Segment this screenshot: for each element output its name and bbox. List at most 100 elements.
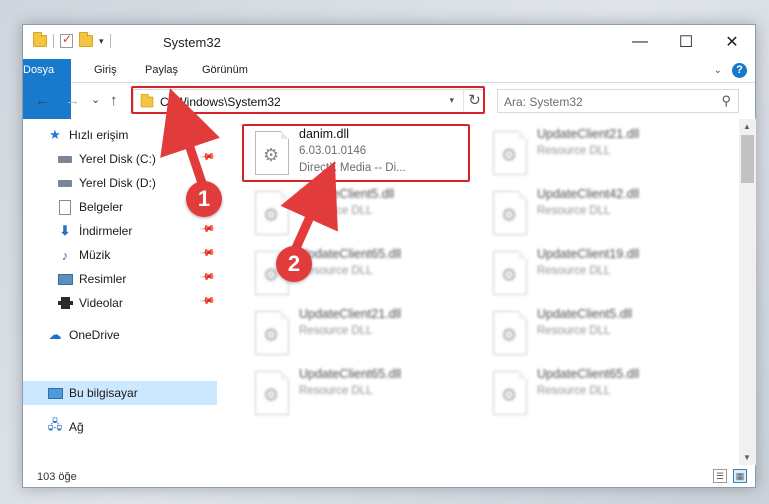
- sidebar-item-pictures[interactable]: Resimler 📌: [23, 267, 217, 291]
- file-description: Resource DLL: [537, 145, 611, 157]
- customize-toolbar-chevron-icon[interactable]: ▾: [99, 36, 104, 47]
- file-description: Resource DLL: [537, 325, 611, 337]
- videos-icon: [57, 295, 73, 311]
- status-bar: 103 öğe ☰ ▦: [23, 465, 755, 489]
- sidebar-item-onedrive[interactable]: ☁ OneDrive: [23, 323, 217, 347]
- search-box[interactable]: ⚲: [497, 89, 739, 113]
- properties-icon[interactable]: [60, 32, 73, 48]
- file-name: UpdateClient19.dll: [537, 247, 640, 261]
- sidebar-item-network[interactable]: 🖧 Ağ: [23, 415, 217, 439]
- scrollbar-thumb[interactable]: [741, 135, 754, 183]
- quick-access-toolbar: ▾: [33, 32, 111, 48]
- music-icon: ♪: [61, 247, 69, 263]
- step-marker-1: 1: [186, 181, 222, 217]
- file-item[interactable]: ⚙ UpdateClient42.dll Resource DLL: [481, 185, 707, 245]
- file-name: danim.dll: [299, 127, 350, 141]
- expand-ribbon-chevron-icon[interactable]: ⌄: [714, 65, 722, 76]
- up-button[interactable]: ↑: [110, 92, 118, 109]
- navigation-pane: ★ Hızlı erişim Yerel Disk (C:) 📌 Yerel D…: [23, 119, 217, 465]
- file-item[interactable]: ⚙ UpdateClient5.dll Resource DLL: [243, 185, 469, 245]
- sidebar-item-label: Hızlı erişim: [69, 128, 129, 142]
- folder-icon: [140, 93, 154, 108]
- file-name: UpdateClient21.dll: [537, 127, 640, 141]
- file-name: UpdateClient65.dll: [537, 367, 640, 381]
- file-name: UpdateClient21.dll: [299, 307, 402, 321]
- maximize-button[interactable]: ☐: [663, 25, 709, 59]
- sidebar-item-label: Müzik: [79, 248, 111, 262]
- search-input[interactable]: [504, 93, 704, 110]
- file-item-danim-dll[interactable]: ⚙ danim.dll 6.03.01.0146 DirectX Media -…: [243, 125, 469, 185]
- tiles-view-icon[interactable]: ▦: [733, 469, 747, 483]
- close-button[interactable]: ✕: [709, 25, 755, 59]
- dll-file-icon: ⚙: [493, 251, 527, 295]
- file-item[interactable]: ⚙ UpdateClient65.dll Resource DLL: [243, 365, 469, 425]
- sidebar-item-this-pc[interactable]: Bu bilgisayar: [23, 381, 217, 405]
- star-icon: ★: [49, 127, 61, 142]
- dll-file-icon: ⚙: [255, 131, 289, 175]
- documents-icon: [57, 199, 73, 215]
- toolbar-separator: [53, 34, 54, 48]
- sidebar-item-label: OneDrive: [69, 328, 120, 342]
- ribbon-tabs: Dosya Giriş Paylaş Görünüm ⌄ ?: [23, 59, 755, 119]
- address-bar[interactable]: C:\Windows\System32 ▾: [133, 89, 485, 113]
- tab-share[interactable]: Paylaş: [145, 59, 178, 82]
- sidebar-item-label: Resimler: [79, 272, 127, 286]
- vertical-scrollbar[interactable]: ▲ ▼: [739, 119, 756, 465]
- sidebar-item-videos[interactable]: Videolar 📌: [23, 291, 217, 315]
- address-dropdown-chevron-icon[interactable]: ▾: [449, 95, 454, 106]
- dll-file-icon: ⚙: [493, 131, 527, 175]
- file-description: Resource DLL: [537, 385, 611, 397]
- file-name: UpdateClient42.dll: [537, 187, 640, 201]
- sidebar-item-quick-access[interactable]: ★ Hızlı erişim: [23, 123, 217, 147]
- file-item[interactable]: ⚙ UpdateClient19.dll Resource DLL: [481, 245, 707, 305]
- file-name: UpdateClient65.dll: [299, 367, 402, 381]
- tab-view[interactable]: Görünüm: [202, 59, 248, 82]
- file-item[interactable]: ⚙ UpdateClient21.dll Resource DLL: [243, 305, 469, 365]
- navigation-bar: ← → ⌄ ↑ C:\Windows\System32 ▾ ↻ ⚲: [23, 83, 755, 119]
- dll-file-icon: ⚙: [493, 311, 527, 355]
- recent-locations-button[interactable]: ⌄: [91, 93, 100, 106]
- dll-file-icon: ⚙: [255, 371, 289, 415]
- folder-icon[interactable]: [33, 32, 47, 47]
- sidebar-item-label: Videolar: [79, 296, 123, 310]
- address-path[interactable]: C:\Windows\System32: [160, 95, 281, 109]
- new-folder-icon[interactable]: [79, 32, 93, 47]
- pin-icon: 📌: [198, 269, 216, 286]
- step-marker-2: 2: [276, 246, 312, 282]
- toolbar-separator: [109, 34, 111, 48]
- sidebar-item-label: İndirmeler: [79, 224, 133, 238]
- scroll-down-icon[interactable]: ▼: [743, 453, 751, 462]
- file-description: Resource DLL: [537, 265, 611, 277]
- minimize-button[interactable]: —: [617, 25, 663, 59]
- sidebar-item-label: Bu bilgisayar: [69, 386, 138, 400]
- file-description: DirectX Media -- Di...: [299, 162, 406, 174]
- downloads-icon: ⬇: [59, 223, 71, 238]
- forward-button[interactable]: →: [65, 92, 80, 109]
- file-item[interactable]: ⚙ UpdateClient65.dll Resource DLL: [243, 245, 469, 305]
- scroll-up-icon[interactable]: ▲: [743, 122, 751, 131]
- help-icon[interactable]: ?: [732, 63, 747, 78]
- dll-file-icon: ⚙: [493, 191, 527, 235]
- sidebar-item-music[interactable]: ♪ Müzik 📌: [23, 243, 217, 267]
- file-item[interactable]: ⚙ UpdateClient21.dll Resource DLL: [481, 125, 707, 185]
- sidebar-item-label: Belgeler: [79, 200, 124, 214]
- search-icon[interactable]: ⚲: [721, 93, 731, 109]
- file-item[interactable]: ⚙ UpdateClient5.dll Resource DLL: [481, 305, 707, 365]
- sidebar-item-label: Ağ: [69, 420, 84, 434]
- pin-icon: 📌: [198, 245, 216, 262]
- details-view-icon[interactable]: ☰: [713, 469, 727, 483]
- drive-icon: [57, 175, 73, 191]
- back-button[interactable]: ←: [35, 92, 50, 109]
- pin-icon: 📌: [198, 149, 216, 166]
- file-explorer-window: ▾ System32 — ☐ ✕ Dosya Giriş Paylaş Görü…: [22, 24, 756, 488]
- refresh-button[interactable]: ↻: [463, 89, 485, 113]
- sidebar-item-downloads[interactable]: ⬇ İndirmeler 📌: [23, 219, 217, 243]
- file-version: 6.03.01.0146: [299, 145, 367, 157]
- sidebar-item-local-disk-c[interactable]: Yerel Disk (C:) 📌: [23, 147, 217, 171]
- pin-icon: 📌: [198, 293, 216, 310]
- tab-home[interactable]: Giriş: [94, 59, 117, 82]
- file-item[interactable]: ⚙ UpdateClient65.dll Resource DLL: [481, 365, 707, 425]
- this-pc-icon: [47, 385, 63, 401]
- file-name: UpdateClient5.dll: [537, 307, 633, 321]
- window-title: System32: [163, 35, 221, 50]
